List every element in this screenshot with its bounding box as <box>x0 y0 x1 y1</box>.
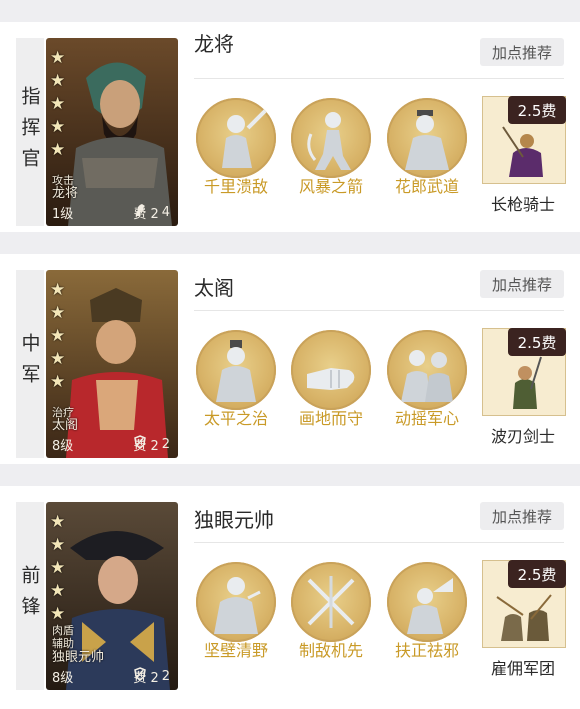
swordsman-icon <box>222 108 268 168</box>
hero-card-commander: 指挥官 ★ ★ ★ ★ ★ 攻击 龙将 1级 费 2 4 龙将 加点推荐 千里溃… <box>0 22 580 232</box>
skill-icon[interactable] <box>387 562 467 642</box>
star-icon: ★ <box>50 48 66 68</box>
divider <box>194 310 564 311</box>
crowd-icon <box>401 350 453 402</box>
hero-name: 太阁 <box>52 418 79 433</box>
divider <box>194 78 564 79</box>
star-icon: ★ <box>50 140 66 160</box>
shield-icon <box>134 435 147 449</box>
skill-icon[interactable] <box>387 330 467 410</box>
star-icon: ★ <box>50 94 66 114</box>
role-tag: 中军 <box>16 270 44 458</box>
star-icon: ★ <box>50 326 66 346</box>
unit-name: 长枪骑士 <box>490 195 555 214</box>
hero-type-secondary: 辅助 <box>52 637 74 650</box>
hero-troop-count: 2 <box>161 437 170 452</box>
star-rating: ★ ★ ★ ★ ★ <box>50 282 65 391</box>
skill-name: 动摇军心 <box>394 409 459 428</box>
shield-icon <box>134 667 147 681</box>
role-label: 指挥官 <box>18 85 41 179</box>
horn-icon <box>407 578 453 634</box>
hero-title: 太阁 <box>194 276 234 300</box>
monk-icon <box>216 340 256 402</box>
star-icon: ★ <box>50 303 66 323</box>
cost-badge: 2.5费 <box>508 328 566 356</box>
role-label: 中军 <box>18 333 41 395</box>
hero-name: 独眼元帅 <box>52 650 105 665</box>
role-tag: 前锋 <box>16 502 44 690</box>
warrior-icon <box>405 110 449 170</box>
skill-icon[interactable] <box>387 98 467 178</box>
hero-level: 1级 <box>52 207 74 222</box>
hero-card-center: 中军 ★ ★ ★ ★ ★ 治疗 太阁 8级 费 2 2 太阁 加点推荐 太平之治… <box>0 254 580 464</box>
cost-badge: 2.5费 <box>508 560 566 588</box>
hero-portrait[interactable]: ★ ★ ★ ★ ★ 治疗 太阁 8级 费 2 2 <box>46 270 178 458</box>
role-label: 前锋 <box>18 565 41 627</box>
crossed-weapons-icon <box>307 576 355 628</box>
skill-name: 风暴之箭 <box>298 177 363 196</box>
fist-icon <box>307 368 355 390</box>
star-icon: ★ <box>50 349 66 369</box>
hero-type: 肉盾 <box>52 624 74 637</box>
star-icon: ★ <box>50 604 66 624</box>
star-rating: ★ ★ ★ ★ ★ <box>50 514 65 623</box>
star-icon: ★ <box>50 581 66 601</box>
star-icon: ★ <box>50 117 66 137</box>
skill-icon[interactable] <box>291 562 371 642</box>
skill-name: 画地而守 <box>298 409 363 428</box>
skill-icon[interactable] <box>196 330 276 410</box>
divider <box>194 542 564 543</box>
hero-level: 8级 <box>52 671 74 686</box>
skill-icon[interactable] <box>196 98 276 178</box>
star-icon: ★ <box>50 512 66 532</box>
unit-name: 波刃剑士 <box>490 427 555 446</box>
section-gap <box>0 232 580 254</box>
role-tag: 指挥官 <box>16 38 44 226</box>
star-icon: ★ <box>50 71 66 91</box>
recommend-button[interactable]: 加点推荐 <box>480 270 564 298</box>
star-rating: ★ ★ ★ ★ ★ <box>50 50 65 159</box>
hero-title: 独眼元帅 <box>194 508 274 532</box>
hero-portrait[interactable]: ★ ★ ★ ★ ★ 肉盾 辅助 独眼元帅 8级 费 2 2 <box>46 502 178 690</box>
hero-portrait[interactable]: ★ ★ ★ ★ ★ 攻击 龙将 1级 费 2 4 <box>46 38 178 226</box>
section-gap <box>0 464 580 486</box>
star-icon: ★ <box>50 535 66 555</box>
hero-troop-count: 4 <box>161 205 170 220</box>
skill-name: 坚壁清野 <box>203 641 268 660</box>
skill-name: 花郎武道 <box>394 177 459 196</box>
skill-name: 扶正祛邪 <box>394 641 459 660</box>
star-icon: ★ <box>50 372 66 392</box>
top-gap <box>0 0 580 22</box>
skill-name: 千里溃敌 <box>203 177 268 196</box>
star-icon: ★ <box>50 558 66 578</box>
hero-troop-count: 2 <box>161 669 170 684</box>
recommend-button[interactable]: 加点推荐 <box>480 502 564 530</box>
skill-icon[interactable] <box>196 562 276 642</box>
unit-name: 雇佣军团 <box>490 659 555 678</box>
star-icon: ★ <box>50 280 66 300</box>
hero-level: 8级 <box>52 439 74 454</box>
hero-name: 龙将 <box>52 186 79 201</box>
skill-name: 制敌机先 <box>298 641 363 660</box>
hero-cost: 费 2 2 <box>133 667 170 686</box>
skill-icon[interactable] <box>291 330 371 410</box>
hero-title: 龙将 <box>194 32 234 56</box>
recommend-button[interactable]: 加点推荐 <box>480 38 564 66</box>
hero-card-vanguard: 前锋 ★ ★ ★ ★ ★ 肉盾 辅助 独眼元帅 8级 费 2 2 独眼元帅 加点… <box>0 486 580 709</box>
horse-icon <box>136 204 146 216</box>
skill-icon[interactable] <box>291 98 371 178</box>
archer-icon <box>307 112 351 170</box>
skill-name: 太平之治 <box>203 409 268 428</box>
hero-cost: 费 2 2 <box>133 435 170 454</box>
cost-badge: 2.5费 <box>508 96 566 124</box>
general-icon <box>214 577 261 634</box>
hero-cost: 费 2 4 <box>133 203 170 222</box>
